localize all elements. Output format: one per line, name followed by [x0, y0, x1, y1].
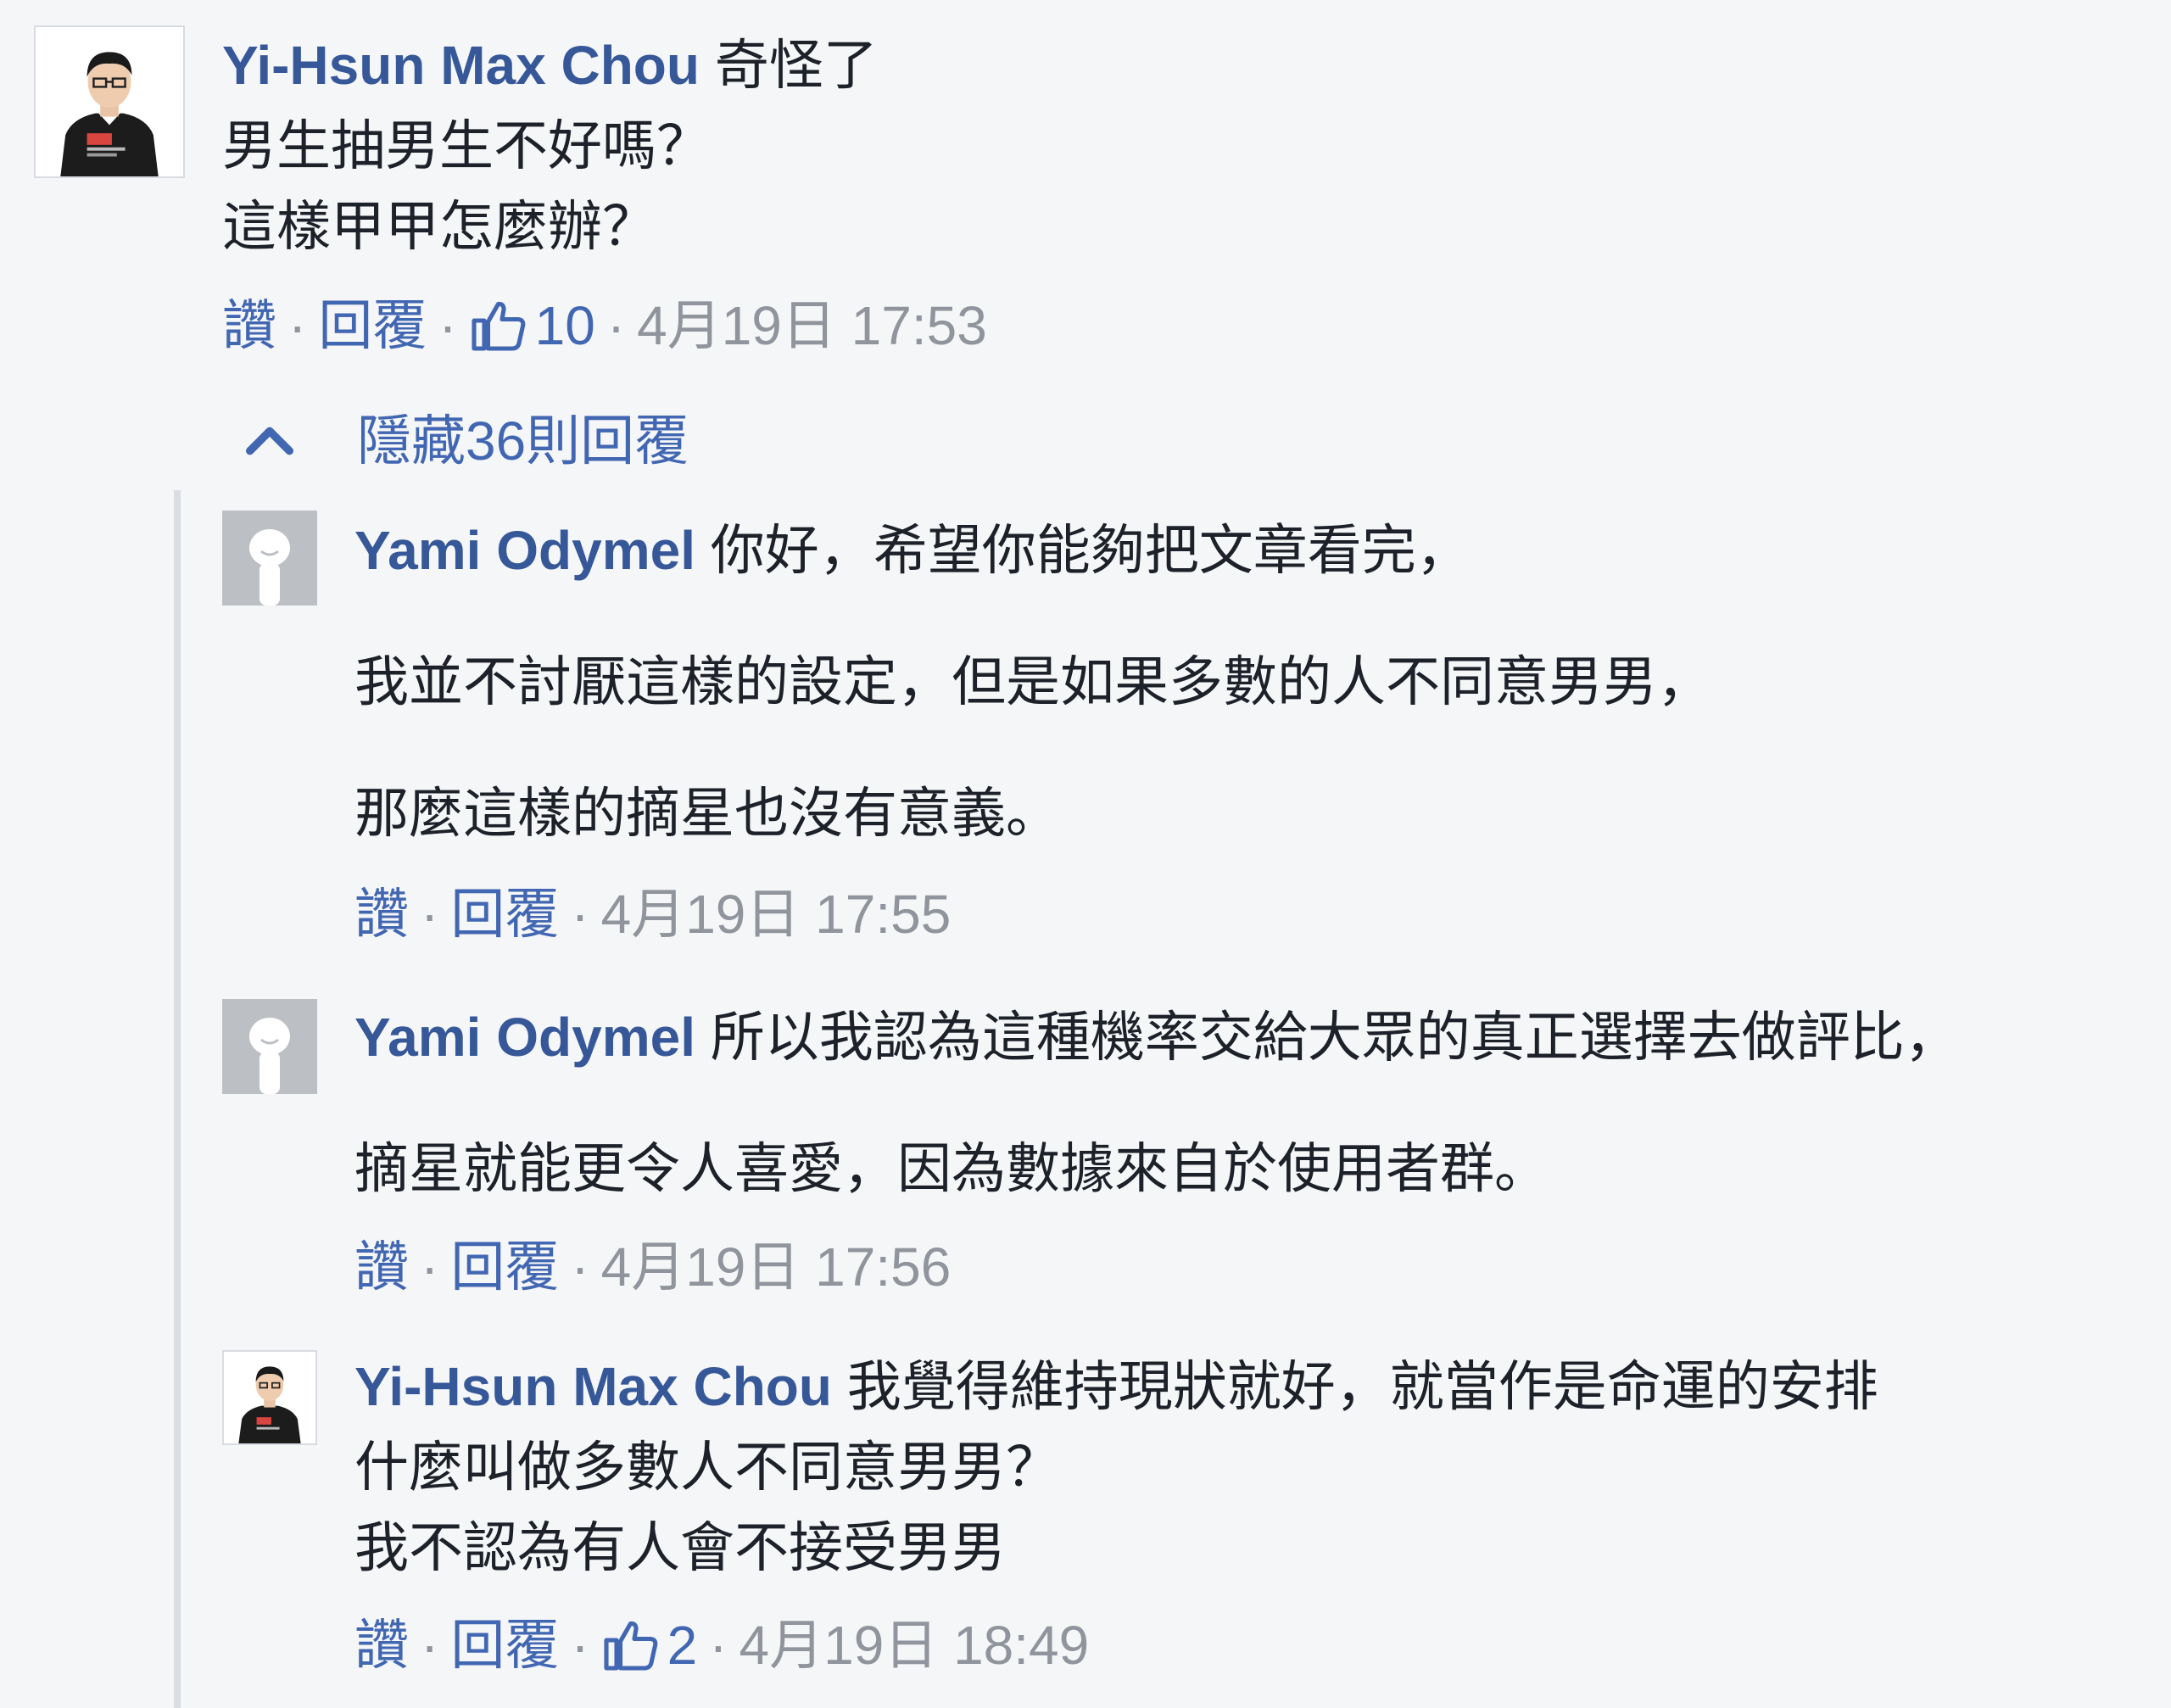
- reply-text-line: 我不認為有人會不接受男男: [354, 1517, 1006, 1578]
- like-count: 2: [667, 1615, 698, 1676]
- reply-text-line: 摘星就能更令人喜愛，因為數據來自於使用者群。: [354, 1138, 1549, 1199]
- separator-dot: ·: [421, 1236, 439, 1298]
- avatar[interactable]: [222, 999, 317, 1094]
- reply-text-line: 什麼叫做多數人不同意男男？: [354, 1437, 1060, 1498]
- comment-thread: Yi-Hsun Max Chou 奇怪了 男生抽男生不好嗎？ 這樣甲甲怎麼辦？ …: [0, 0, 2171, 1708]
- separator-dot: ·: [571, 1236, 589, 1298]
- reply-text-line: 那麼這樣的摘星也沒有意義。: [354, 783, 1060, 844]
- reply-author-link[interactable]: Yi-Hsun Max Chou: [354, 1356, 832, 1417]
- default-avatar-icon: [222, 511, 317, 606]
- separator-dot: ·: [421, 884, 439, 945]
- thread-line: [174, 490, 181, 1708]
- reply-button[interactable]: 回覆: [450, 880, 559, 948]
- timestamp[interactable]: 4月19日 18:49: [739, 1611, 1090, 1679]
- hide-replies-label: 隱藏36則回覆: [357, 410, 689, 472]
- user-photo-icon: [224, 1352, 315, 1443]
- reply-author-link[interactable]: Yami Odymel: [354, 1007, 695, 1068]
- reply-author-link[interactable]: Yami Odymel: [354, 520, 695, 581]
- chevron-up-icon: [246, 427, 293, 455]
- comment-actions: 讚 · 回覆 · 10 · 4月19日 17:53: [222, 292, 987, 360]
- reply-body: Yami Odymel 你好，希望你能夠把文章看完， 我並不討厭這樣的設定，但是…: [354, 511, 1711, 854]
- timestamp[interactable]: 4月19日 17:55: [601, 880, 952, 948]
- like-button[interactable]: 讚: [354, 880, 409, 948]
- comment-author-link[interactable]: Yi-Hsun Max Chou: [222, 35, 700, 96]
- hide-replies-link[interactable]: 隱藏36則回覆: [240, 407, 689, 475]
- like-button[interactable]: 讚: [222, 292, 276, 360]
- reply-actions: 讚 · 回覆 · 4月19日 17:56: [354, 1233, 951, 1301]
- comment-text-line: 這樣甲甲怎麼辦？: [222, 196, 656, 257]
- avatar[interactable]: [222, 1350, 317, 1445]
- reply-body: Yami Odymel 所以我認為這種機率交給大眾的真正選擇去做評比， 摘星就能…: [354, 997, 1959, 1209]
- timestamp[interactable]: 4月19日 17:53: [637, 292, 987, 360]
- separator-dot: ·: [438, 295, 457, 356]
- comment-text-line: 男生抽男生不好嗎？: [222, 115, 711, 176]
- thumbs-up-icon: [472, 301, 525, 351]
- reply-actions: 讚 · 回覆 · 4月19日 17:55: [354, 880, 951, 948]
- reply-body: Yi-Hsun Max Chou 我覺得維持現狀就好，就當作是命運的安排 什麼叫…: [354, 1347, 1878, 1588]
- timestamp[interactable]: 4月19日 17:56: [601, 1233, 952, 1301]
- separator-dot: ·: [606, 295, 626, 356]
- separator-dot: ·: [709, 1615, 728, 1676]
- reply-button[interactable]: 回覆: [318, 292, 427, 360]
- comment-text-line: 奇怪了: [714, 35, 878, 96]
- default-avatar-icon: [222, 999, 317, 1094]
- reply-actions: 讚 · 回覆 · 2 · 4月19日 18:49: [354, 1611, 1089, 1679]
- user-photo-icon: [36, 27, 183, 176]
- separator-dot: ·: [288, 295, 307, 356]
- reply-text-line: 我覺得維持現狀就好，就當作是命運的安排: [846, 1356, 1878, 1417]
- reaction-count[interactable]: 10: [469, 292, 595, 360]
- separator-dot: ·: [571, 1615, 589, 1676]
- reply-text-line: 所以我認為這種機率交給大眾的真正選擇去做評比，: [710, 1007, 1959, 1068]
- separator-dot: ·: [571, 884, 589, 945]
- comment-body: Yi-Hsun Max Chou 奇怪了 男生抽男生不好嗎？ 這樣甲甲怎麼辦？: [222, 25, 878, 267]
- reply-text-line: 我並不討厭這樣的設定，但是如果多數的人不同意男男，: [354, 651, 1711, 712]
- avatar[interactable]: [34, 25, 185, 178]
- like-button[interactable]: 讚: [354, 1611, 409, 1679]
- reply-button[interactable]: 回覆: [450, 1233, 559, 1301]
- thumbs-up-icon: [604, 1621, 657, 1671]
- avatar[interactable]: [222, 511, 317, 606]
- reply-button[interactable]: 回覆: [450, 1611, 559, 1679]
- reply-text-line: 你好，希望你能夠把文章看完，: [710, 520, 1471, 581]
- separator-dot: ·: [421, 1615, 439, 1676]
- like-count: 10: [534, 295, 595, 356]
- reaction-count[interactable]: 2: [601, 1611, 698, 1679]
- like-button[interactable]: 讚: [354, 1233, 409, 1301]
